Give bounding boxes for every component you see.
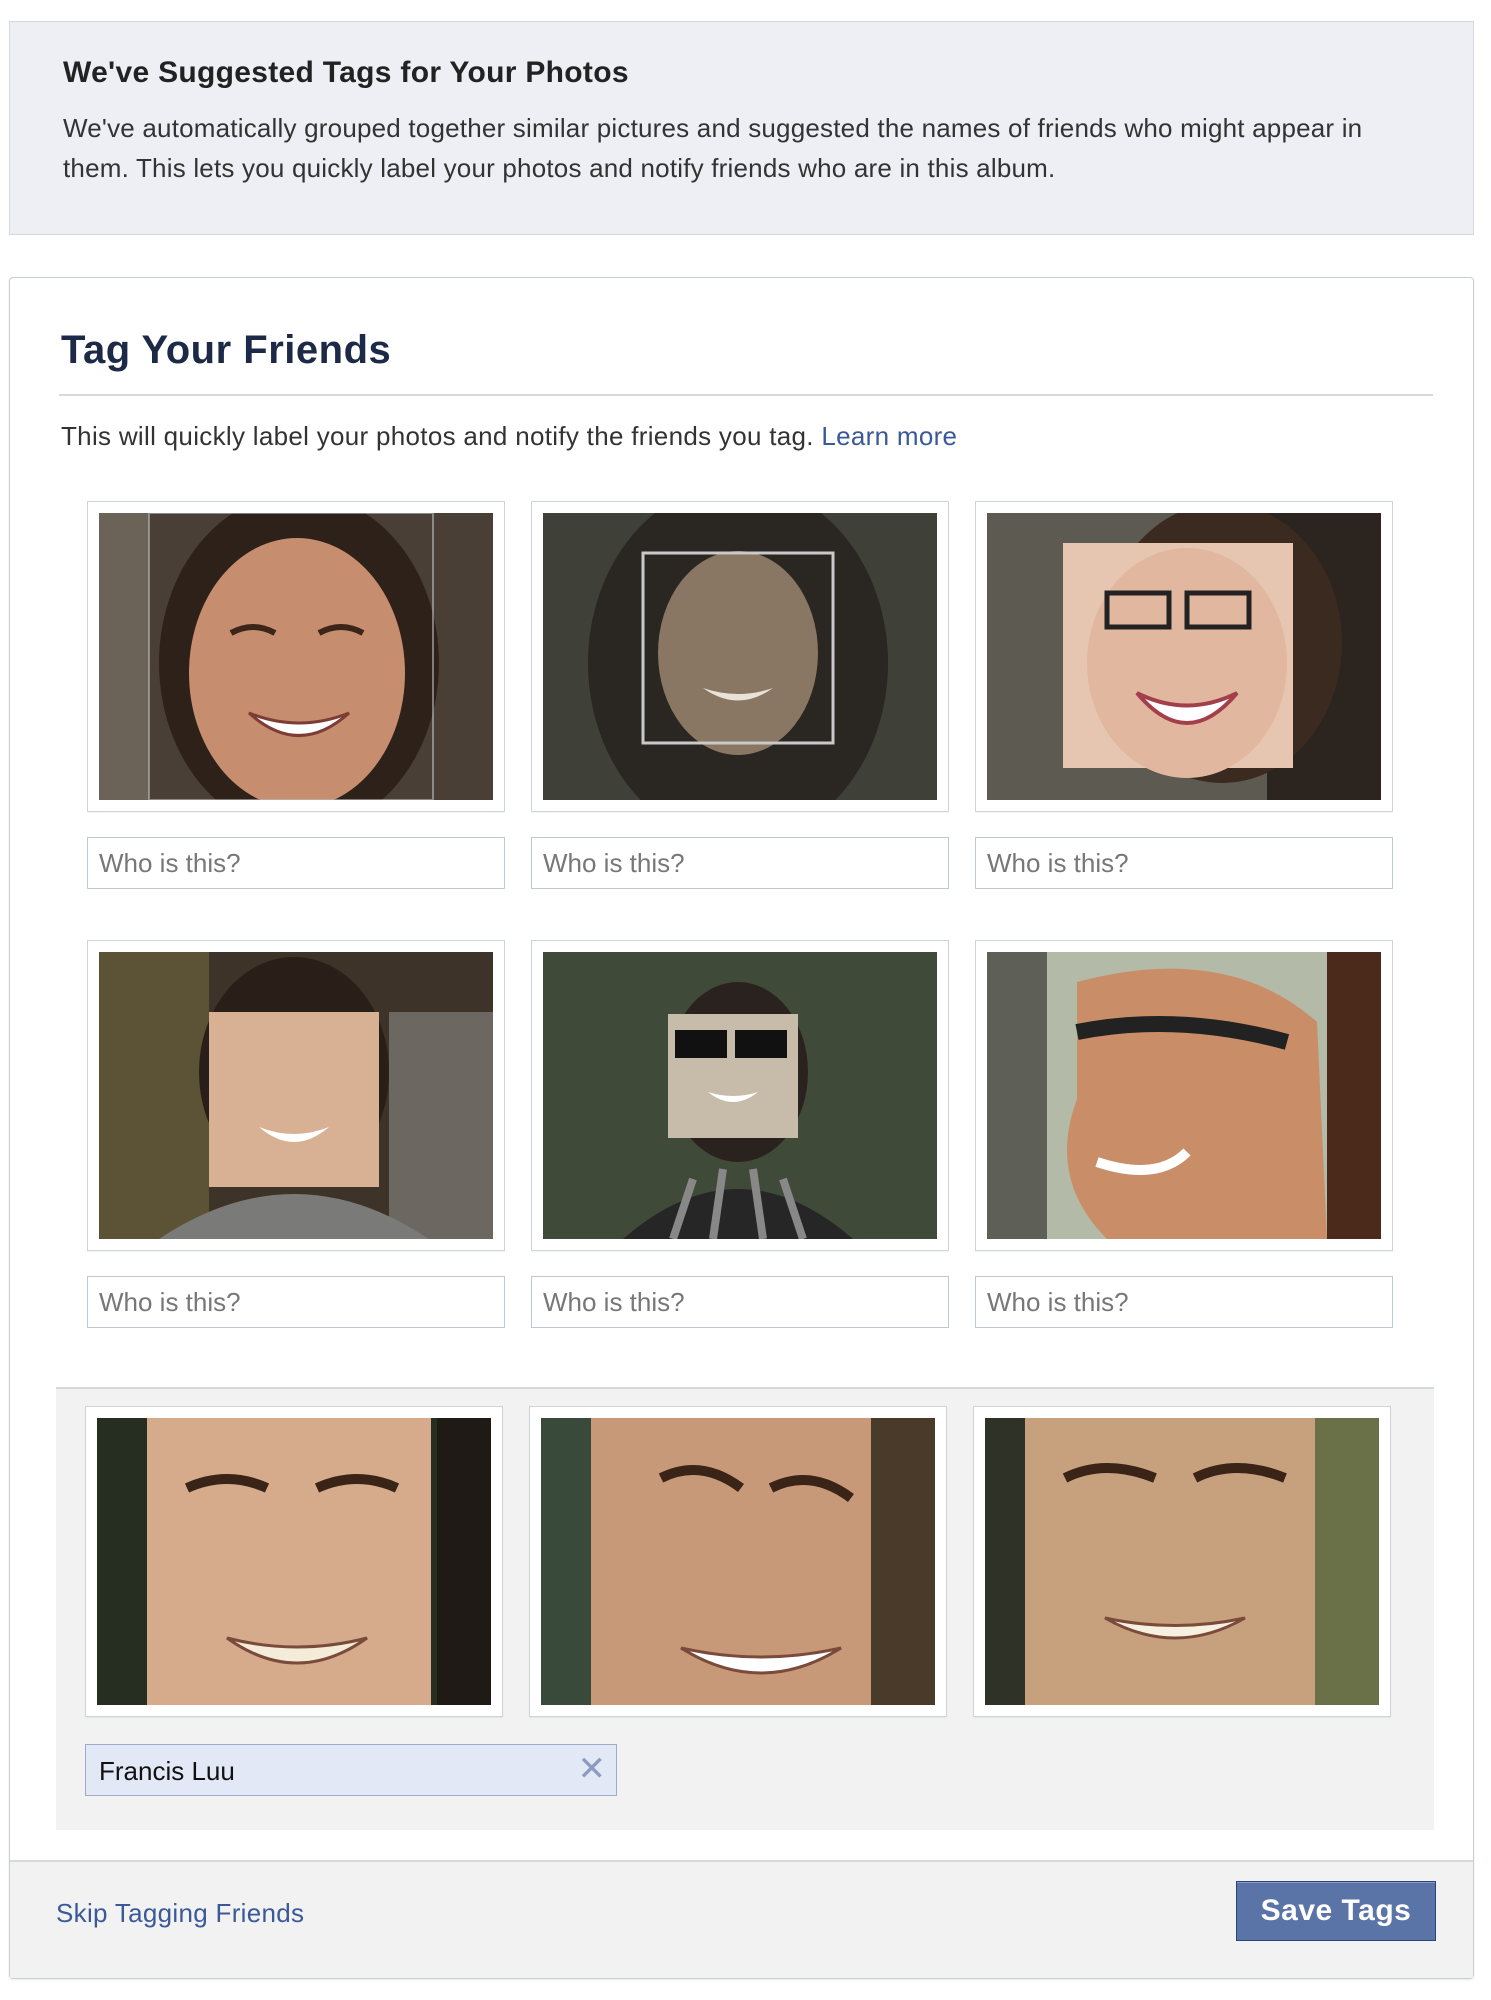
- face-thumbnail: [541, 1418, 935, 1705]
- who-is-this-input[interactable]: [975, 1276, 1393, 1328]
- tag-friends-card: Tag Your Friends This will quickly label…: [9, 277, 1474, 1979]
- close-icon[interactable]: ✕: [578, 1749, 607, 1789]
- who-is-this-input[interactable]: [87, 837, 505, 889]
- heading-divider: [59, 394, 1433, 396]
- face-thumbnail: [543, 513, 937, 800]
- who-is-this-input[interactable]: [531, 1276, 949, 1328]
- who-is-this-input[interactable]: [975, 837, 1393, 889]
- skip-tagging-link[interactable]: Skip Tagging Friends: [56, 1898, 304, 1929]
- notice-body: We've automatically grouped together sim…: [63, 113, 1363, 183]
- face-photo[interactable]: [87, 501, 505, 812]
- intro-label: This will quickly label your photos and …: [61, 421, 814, 451]
- face-photo[interactable]: [529, 1406, 947, 1717]
- face-photo[interactable]: [975, 940, 1393, 1251]
- face-thumbnail: [99, 952, 493, 1239]
- footer-bar: Skip Tagging Friends Save Tags: [10, 1860, 1473, 1978]
- face-thumbnail: [97, 1418, 491, 1705]
- face-photo[interactable]: [975, 501, 1393, 812]
- save-tags-button[interactable]: Save Tags: [1236, 1881, 1436, 1941]
- face-thumbnail: [99, 513, 493, 800]
- who-is-this-input[interactable]: [531, 837, 949, 889]
- face-thumbnail: [985, 1418, 1379, 1705]
- suggested-tags-notice: We've Suggested Tags for Your Photos We'…: [9, 21, 1474, 235]
- face-thumbnail: [543, 952, 937, 1239]
- learn-more-link[interactable]: Learn more: [821, 421, 957, 451]
- face-thumbnail: [987, 952, 1381, 1239]
- who-is-this-input[interactable]: [87, 1276, 505, 1328]
- face-photo[interactable]: [85, 1406, 503, 1717]
- face-photo[interactable]: [531, 501, 949, 812]
- face-photo[interactable]: [531, 940, 949, 1251]
- notice-title: We've Suggested Tags for Your Photos: [63, 56, 629, 89]
- page-title: Tag Your Friends: [61, 328, 392, 372]
- tagged-name: Francis Luu: [99, 1756, 235, 1786]
- face-photo[interactable]: [973, 1406, 1391, 1717]
- face-photo[interactable]: [87, 940, 505, 1251]
- intro-text: This will quickly label your photos and …: [61, 421, 957, 452]
- tagged-name-token[interactable]: Francis Luu ✕: [85, 1744, 617, 1796]
- face-thumbnail: [987, 513, 1381, 800]
